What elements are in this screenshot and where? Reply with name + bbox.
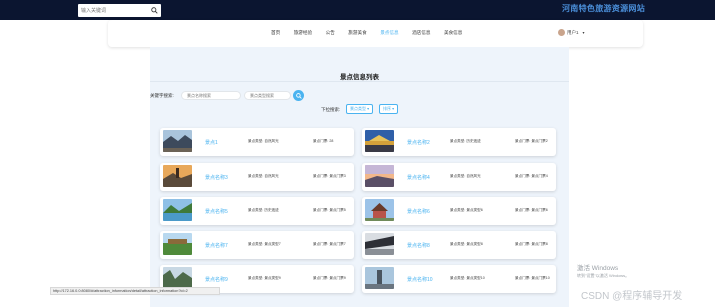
attraction-type-dropdown[interactable]: 景点类型 ▾ bbox=[346, 104, 374, 114]
attraction-type: 景点类型: 自然风光 bbox=[248, 174, 279, 178]
attraction-ticket: 景点门票: 景点门票10 bbox=[515, 276, 550, 280]
attraction-ticket: 景点门票: 景点门票2 bbox=[515, 139, 548, 143]
site-title: 河南特色旅游资源网站 bbox=[562, 4, 645, 13]
attraction-type: 景点类型: 历史遗迹 bbox=[450, 139, 481, 143]
attraction-type: 景点类型: 自然风光 bbox=[248, 139, 279, 143]
nav-item-travel-experience[interactable]: 旅游经验 bbox=[294, 30, 312, 36]
header-search-input[interactable] bbox=[81, 6, 147, 15]
attraction-ticket: 景点门票: 景点门票3 bbox=[313, 174, 346, 178]
attraction-card[interactable]: 景点名称10 景点类型: 景点类型10 景点门票: 景点门票10 bbox=[362, 265, 556, 293]
nav-item-announcement[interactable]: 公告 bbox=[326, 30, 335, 36]
sort-dropdown[interactable]: 排序 ▾ bbox=[379, 104, 399, 114]
attraction-type: 景点类型: 景点类型9 bbox=[248, 276, 281, 280]
nav-item-attractions[interactable]: 景点信息 bbox=[380, 30, 398, 36]
windows-activation-subtitle: 转到"设置"以激活 Windows。 bbox=[577, 273, 630, 278]
avatar[interactable] bbox=[558, 29, 565, 36]
attraction-name[interactable]: 景点名称8 bbox=[407, 242, 430, 249]
attraction-type: 景点类型: 景点类型10 bbox=[450, 276, 485, 280]
attraction-ticket: 景点门票: 景点门票7 bbox=[313, 242, 346, 246]
nav-item-food[interactable]: 美食信息 bbox=[444, 30, 462, 36]
attraction-card[interactable]: 景点名称4 景点类型: 自然风光 景点门票: 景点门票4 bbox=[362, 163, 556, 191]
attraction-type: 景点类型: 自然风光 bbox=[450, 174, 481, 178]
attraction-ticket: 景点门票: 景点门票5 bbox=[313, 208, 346, 212]
attraction-name[interactable]: 景点名称9 bbox=[205, 276, 228, 283]
header-search[interactable] bbox=[78, 4, 161, 17]
search-icon[interactable] bbox=[151, 7, 158, 14]
attraction-ticket: 景点门票: 景点门票9 bbox=[313, 276, 346, 280]
attraction-name[interactable]: 景点1 bbox=[205, 139, 218, 146]
attraction-thumbnail[interactable] bbox=[365, 233, 394, 255]
search-button[interactable] bbox=[293, 90, 304, 101]
attraction-thumbnail[interactable] bbox=[163, 233, 192, 255]
attraction-name[interactable]: 景点名称7 bbox=[205, 242, 228, 249]
attraction-name-search-input[interactable] bbox=[181, 91, 241, 100]
attraction-name[interactable]: 景点名称10 bbox=[407, 276, 433, 283]
page-title: 景点信息列表 bbox=[340, 74, 379, 81]
nav-item-hotels[interactable]: 酒店信息 bbox=[412, 30, 430, 36]
attraction-thumbnail[interactable] bbox=[163, 165, 192, 187]
attraction-name[interactable]: 景点名称3 bbox=[205, 174, 228, 181]
attraction-card[interactable]: 景点名称8 景点类型: 景点类型8 景点门票: 景点门票8 bbox=[362, 231, 556, 259]
attraction-type: 景点类型: 景点类型8 bbox=[450, 242, 483, 246]
main-nav: 首页 旅游经验 公告 旅游美食 景点信息 酒店信息 美食信息 用户1 ▾ bbox=[108, 20, 643, 47]
divider bbox=[150, 81, 569, 82]
attraction-thumbnail[interactable] bbox=[365, 199, 394, 221]
windows-activation-watermark: 激活 Windows 转到"设置"以激活 Windows。 bbox=[577, 262, 629, 279]
attraction-card[interactable]: 景点名称2 景点类型: 历史遗迹 景点门票: 景点门票2 bbox=[362, 128, 556, 156]
sort-dropdown-label: 排序 bbox=[383, 106, 391, 111]
top-bar: 河南特色旅游资源网站 bbox=[0, 0, 715, 20]
attraction-name[interactable]: 景点名称2 bbox=[407, 139, 430, 146]
attraction-name[interactable]: 景点名称6 bbox=[407, 208, 430, 215]
attraction-ticket: 景点门票: 28 bbox=[313, 139, 334, 143]
user-menu[interactable]: 用户1 ▾ bbox=[558, 29, 585, 36]
attraction-card[interactable]: 景点名称7 景点类型: 景点类型7 景点门票: 景点门票7 bbox=[160, 231, 354, 259]
attraction-thumbnail[interactable] bbox=[163, 267, 192, 289]
csdn-watermark: CSDN @程序辅导开发 bbox=[581, 291, 683, 302]
attraction-card[interactable]: 景点1 景点类型: 自然风光 景点门票: 28 bbox=[160, 128, 354, 156]
attraction-name[interactable]: 景点名称4 bbox=[407, 174, 430, 181]
attraction-thumbnail[interactable] bbox=[365, 130, 394, 152]
attraction-card[interactable]: 景点名称3 景点类型: 自然风光 景点门票: 景点门票3 bbox=[160, 163, 354, 191]
search-icon bbox=[295, 92, 302, 99]
keyword-search-label: 关键字搜索: bbox=[150, 93, 174, 98]
status-bar-url: http://172.16.0.0:8080/#/attraction_info… bbox=[50, 287, 220, 295]
attraction-ticket: 景点门票: 景点门票6 bbox=[515, 208, 548, 212]
windows-activation-title: 激活 Windows bbox=[577, 265, 619, 272]
attraction-thumbnail[interactable] bbox=[163, 199, 192, 221]
attraction-name[interactable]: 景点名称5 bbox=[205, 208, 228, 215]
attraction-type-dropdown-label: 景点类型 bbox=[350, 106, 366, 111]
attraction-ticket: 景点门票: 景点门票8 bbox=[515, 242, 548, 246]
attraction-card[interactable]: 景点名称6 景点类型: 景点类型6 景点门票: 景点门票6 bbox=[362, 197, 556, 225]
nav-item-home[interactable]: 首页 bbox=[271, 30, 280, 36]
attraction-thumbnail[interactable] bbox=[365, 165, 394, 187]
left-margin bbox=[0, 20, 108, 307]
attraction-thumbnail[interactable] bbox=[365, 267, 394, 289]
chevron-down-icon[interactable]: ▾ bbox=[583, 30, 585, 35]
nav-item-travel-food[interactable]: 旅游美食 bbox=[348, 30, 366, 36]
attraction-card[interactable]: 景点名称5 景点类型: 历史遗迹 景点门票: 景点门票5 bbox=[160, 197, 354, 225]
attraction-type: 景点类型: 景点类型7 bbox=[248, 242, 281, 246]
attraction-thumbnail[interactable] bbox=[163, 130, 192, 152]
attraction-ticket: 景点门票: 景点门票4 bbox=[515, 174, 548, 178]
attraction-type: 景点类型: 景点类型6 bbox=[450, 208, 483, 212]
dropdown-search-label: 下拉搜索: bbox=[321, 107, 341, 112]
attraction-type-search-input[interactable] bbox=[244, 91, 291, 100]
user-name[interactable]: 用户1 bbox=[567, 30, 579, 36]
attraction-type: 景点类型: 历史遗迹 bbox=[248, 208, 279, 212]
